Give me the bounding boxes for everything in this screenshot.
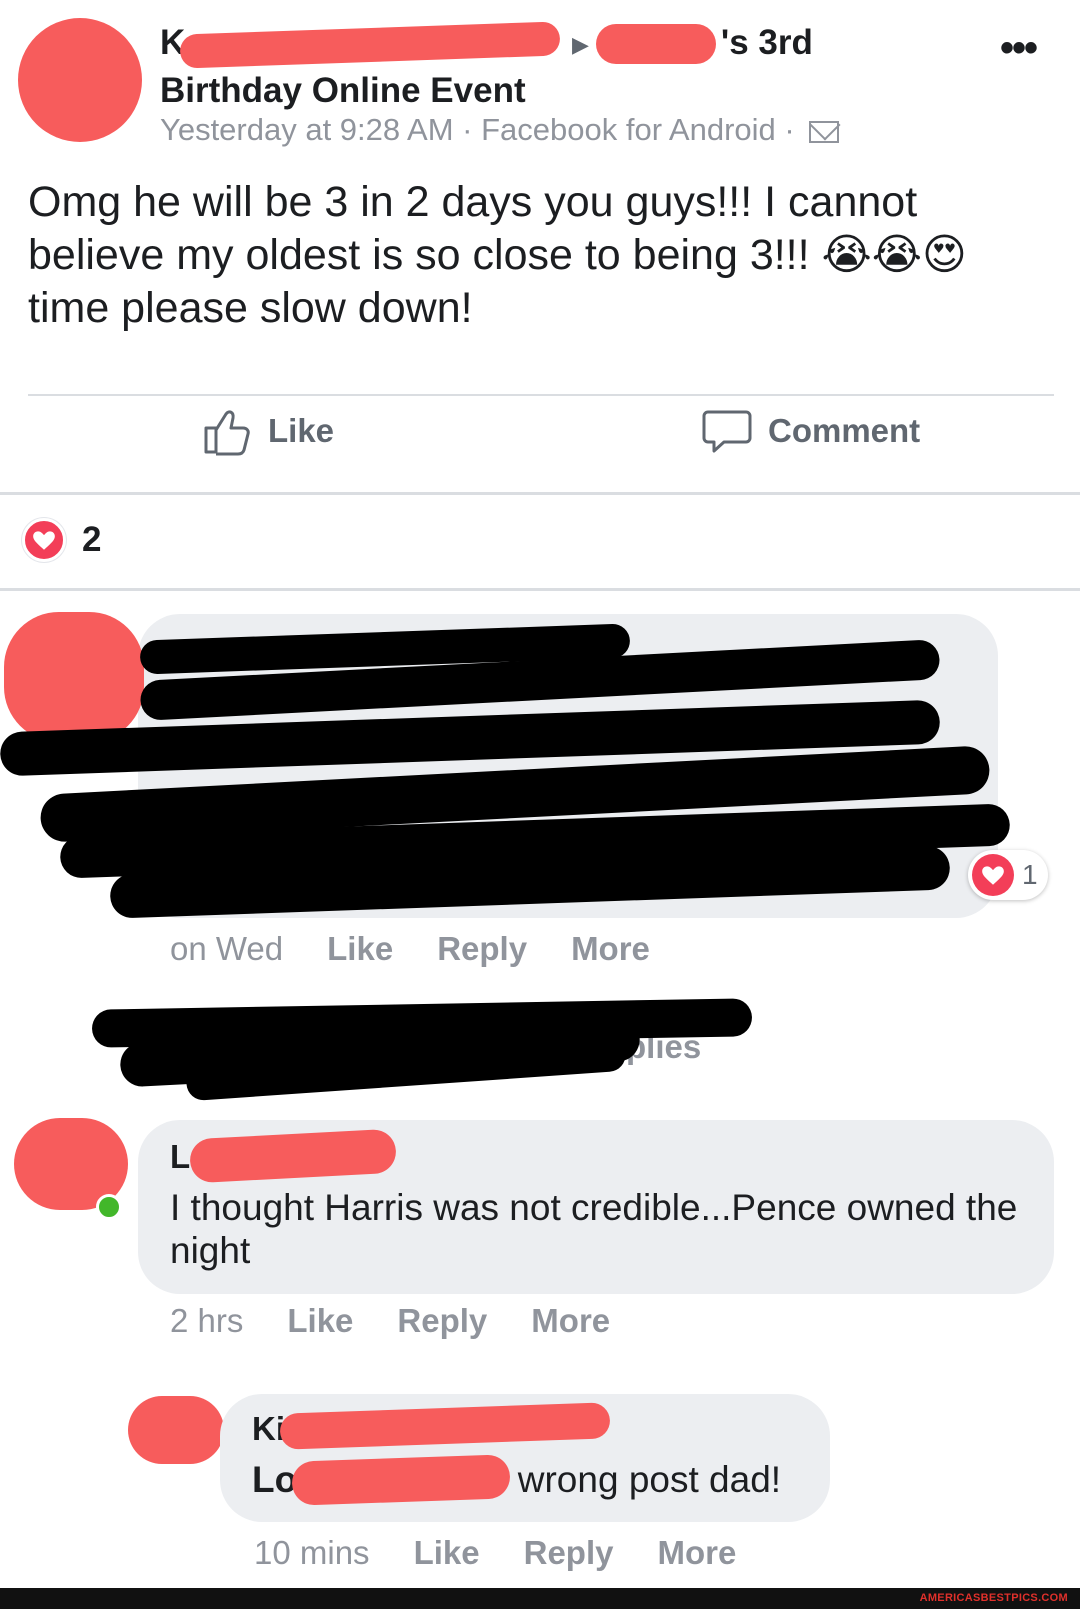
comment-reply-button[interactable]: Reply [437,930,527,968]
thumbs-up-icon [202,406,252,456]
comment-more-button[interactable]: More [571,930,650,968]
post-meta: Yesterday at 9:28 AM · Facebook for Andr… [160,112,840,148]
comment-time[interactable]: 2 hrs [170,1302,243,1340]
post-body: Omg he will be 3 in 2 days you guys!!! I… [28,178,967,332]
event-title-line2[interactable]: Birthday Online Event [160,71,526,110]
more-options-icon[interactable]: ••• [1000,26,1038,71]
caret-right-icon: ▶ [572,31,589,57]
comment-meta-row: 10 mins Like Reply More [254,1534,736,1572]
footer-bar [0,1588,1080,1609]
comment-meta-row: 2 hrs Like Reply More [170,1302,610,1340]
comment-reply-button[interactable]: Reply [397,1302,487,1340]
reaction-count: 2 [82,520,102,559]
redaction-mark [291,1454,511,1506]
comment-text: I thought Harris was not credible...Penc… [170,1187,1018,1271]
commenter-name[interactable]: L [170,1138,190,1176]
watermark: AMERICASBESTPICS.COM [919,1592,1068,1604]
comment-time[interactable]: 10 mins [254,1534,370,1572]
comment-time[interactable]: on Wed [170,930,283,968]
heart-reaction-icon [972,854,1014,896]
online-status-indicator [96,1194,122,1220]
comment-text-suffix: wrong post dad! [517,1459,782,1500]
commenter-avatar-redacted[interactable] [4,612,144,742]
post-author-avatar[interactable] [18,18,142,142]
envelope-icon [809,120,840,143]
comment-reaction-count: 1 [1022,859,1038,890]
redaction-mark [596,24,716,64]
comment-like-button[interactable]: Like [287,1302,353,1340]
comment-more-button[interactable]: More [657,1534,736,1572]
comment-label: Comment [768,412,921,449]
like-button[interactable]: Like [202,406,334,456]
reactions-summary[interactable]: 2 [22,518,101,562]
comment-like-button[interactable]: Like [414,1534,480,1572]
comment-reply-button[interactable]: Reply [524,1534,614,1572]
like-label: Like [268,412,335,449]
comment-more-button[interactable]: More [531,1302,610,1340]
comment-like-button[interactable]: Like [327,930,393,968]
divider [0,588,1080,591]
comment-icon [702,406,752,456]
mentioned-name[interactable]: Lo [252,1459,297,1500]
comment-reaction-pill[interactable]: 1 [968,850,1048,900]
post-timestamp[interactable]: Yesterday at 9:28 AM · Facebook for Andr… [160,112,795,147]
event-title-suffix: 's 3rd [720,23,813,62]
comment-button[interactable]: Comment [702,406,920,456]
commenter-avatar-redacted[interactable] [128,1396,224,1464]
comment-meta-row: on Wed Like Reply More [170,930,650,968]
divider [28,394,1054,396]
heart-reaction-icon [22,518,66,562]
divider [0,492,1080,495]
